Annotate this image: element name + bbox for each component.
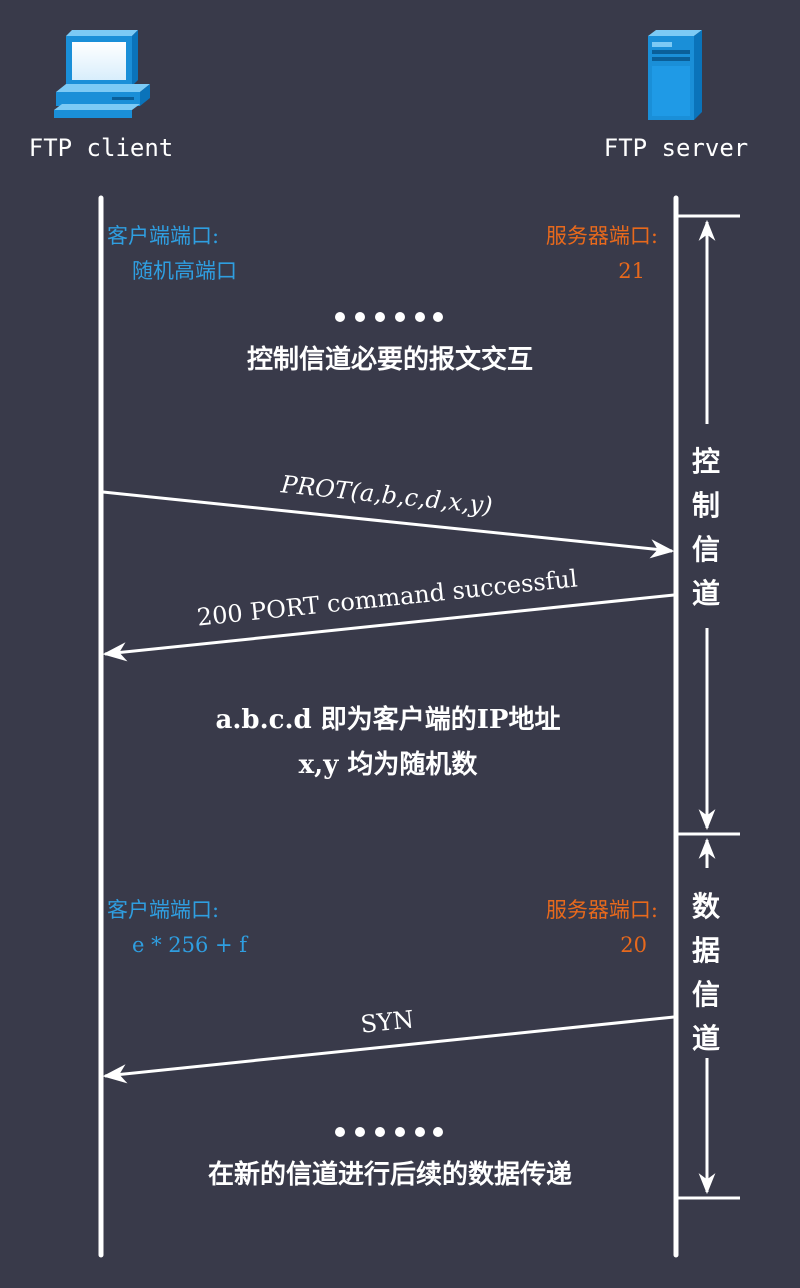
server-label: FTP server xyxy=(604,134,749,162)
client-computer-icon xyxy=(54,30,150,118)
control-caption: 控制信道必要的报文交互 xyxy=(247,344,533,375)
control-ellipsis xyxy=(335,312,443,322)
control-server-port-title: 服务器端口: xyxy=(546,224,658,248)
syn-label: SYN xyxy=(359,1005,415,1038)
data-client-port-value: e * 256 + f xyxy=(132,933,249,957)
note-line-1: a.b.c.d 即为客户端的IP地址 xyxy=(216,704,561,735)
data-client-port-title: 客户端端口: xyxy=(107,898,219,922)
control-client-port-value: 随机高端口 xyxy=(132,259,237,283)
server-icon xyxy=(648,30,702,120)
data-ellipsis xyxy=(335,1127,443,1137)
control-client-port-title: 客户端端口: xyxy=(107,224,219,248)
data-channel-char-1: 数 xyxy=(692,890,721,923)
port-response-label: 200 PORT command successful xyxy=(196,564,579,631)
control-server-port-value: 21 xyxy=(618,259,645,283)
data-server-port-title: 服务器端口: xyxy=(546,898,658,922)
control-channel-char-2: 制 xyxy=(692,489,720,522)
data-channel-char-2: 据 xyxy=(692,934,720,967)
data-server-port-value: 20 xyxy=(620,933,647,957)
data-channel-char-3: 信 xyxy=(692,978,720,1011)
control-channel-char-4: 道 xyxy=(692,577,720,610)
control-channel-char-3: 信 xyxy=(692,533,720,566)
data-caption: 在新的信道进行后续的数据传递 xyxy=(208,1159,572,1190)
note-line-2: x,y 均为随机数 xyxy=(299,749,479,780)
client-label: FTP client xyxy=(29,134,174,162)
ftp-active-mode-sequence-diagram: FTP client FTP server 客户端端口: 随机高端口 服务器端口… xyxy=(29,30,749,1258)
control-channel-char-1: 控 xyxy=(692,445,720,478)
data-channel-char-4: 道 xyxy=(692,1022,720,1055)
